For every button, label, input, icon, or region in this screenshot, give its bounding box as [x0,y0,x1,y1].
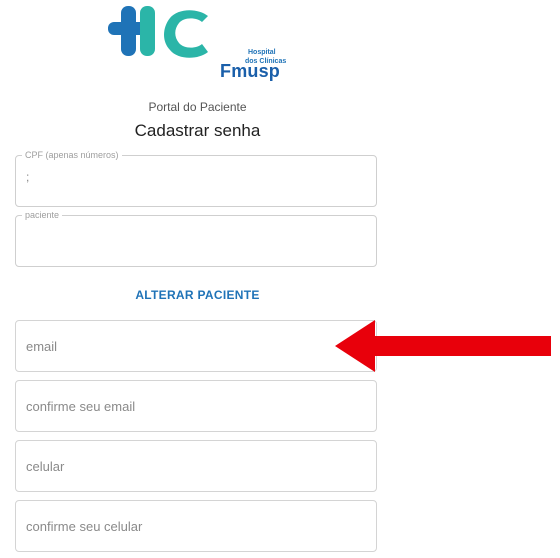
cpf-field[interactable]: CPF (apenas números) ; [15,150,377,207]
signup-page: Hospital dos Clínicas Fmusp Portal do Pa… [0,0,560,558]
portal-label: Portal do Paciente [148,100,247,114]
confirm-phone-input[interactable] [15,500,377,552]
logo-fmusp-text: Fmusp [220,61,281,81]
alter-patient-button[interactable]: ALTERAR PACIENTE [0,288,395,302]
cpf-field-label: CPF (apenas números) [22,150,122,161]
hc-logo-mark-icon [108,6,208,58]
red-arrow-icon [335,320,551,372]
page-title: Cadastrar senha [134,121,261,140]
logo-hospital-text: Hospital [248,49,276,56]
email-input[interactable] [15,320,377,372]
cpf-field-value: ; [26,170,30,184]
patient-field-label: paciente [22,210,63,221]
confirm-email-input[interactable] [15,380,377,432]
hospital-logo: Hospital dos Clínicas Fmusp [108,4,288,84]
phone-input[interactable] [15,440,377,492]
patient-field[interactable]: paciente [15,210,377,267]
